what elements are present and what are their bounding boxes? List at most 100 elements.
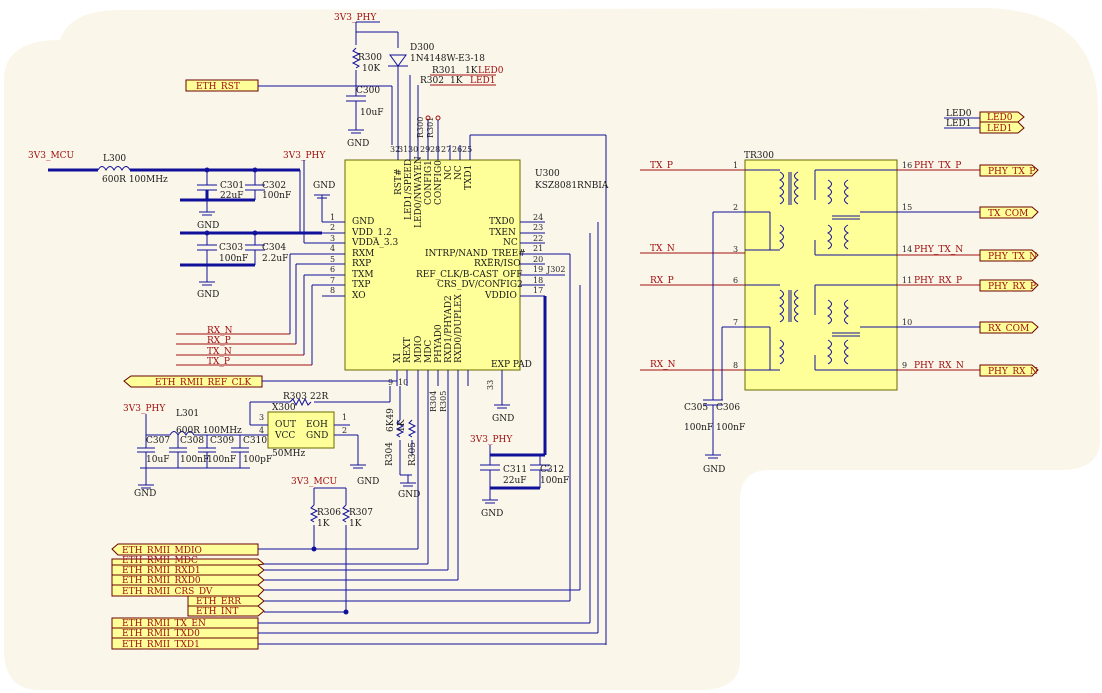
c301-ref: C301	[220, 181, 244, 191]
svg-text:RXD0/DUPLEX: RXD0/DUPLEX	[454, 293, 464, 363]
c308-val: 100nF	[180, 455, 209, 465]
svg-text:NC: NC	[444, 165, 454, 180]
r306-val: 1K	[317, 519, 330, 529]
power-label-3v3-phy-right: 3V3_PHY	[470, 435, 513, 445]
power-label-3v3-mcu-bottom: 3V3_MCU	[291, 477, 338, 487]
svg-text:8: 8	[733, 361, 738, 370]
svg-text:TXEN: TXEN	[489, 228, 516, 238]
svg-text:31: 31	[398, 145, 408, 154]
svg-text:23: 23	[533, 223, 543, 232]
svg-text:GND: GND	[352, 217, 374, 227]
c305-ref: C305	[684, 403, 708, 413]
svg-text:TXP: TXP	[352, 280, 370, 290]
c307-ref: C307	[146, 436, 170, 446]
c309-ref: C309	[210, 436, 234, 446]
svg-text:2: 2	[330, 223, 335, 232]
svg-text:9: 9	[388, 378, 393, 387]
svg-text:RX_N: RX_N	[650, 360, 676, 370]
svg-text:1: 1	[733, 161, 738, 170]
x300-val: 50MHz	[272, 449, 306, 459]
d300-val: 1N4148W-E3-18	[410, 54, 485, 64]
c308-ref: C308	[180, 436, 204, 446]
svg-text:7: 7	[733, 318, 738, 327]
svg-text:CONFIG1: CONFIG1	[424, 160, 434, 205]
l300-ref: L300	[103, 154, 126, 164]
svg-text:1: 1	[330, 213, 335, 222]
svg-text:6: 6	[733, 276, 738, 285]
gnd-label: GND	[197, 290, 219, 300]
c304-val: 2.2uF	[262, 254, 288, 264]
r300-ref: R300	[358, 53, 382, 63]
power-label-3v3-phy-left: 3V3_PHY	[123, 404, 166, 414]
gnd-label: GND	[357, 477, 379, 487]
svg-text:RXD1/PHYAD2: RXD1/PHYAD2	[444, 295, 454, 363]
svg-text:ETH_RMII_MDIO: ETH_RMII_MDIO	[122, 546, 202, 556]
c304-ref: C304	[262, 243, 286, 253]
r304-val: 6K49	[386, 408, 396, 432]
r306-ref: R306	[317, 508, 341, 518]
svg-text:26: 26	[452, 145, 462, 154]
svg-text:RXM: RXM	[352, 249, 374, 259]
svg-text:RXER/ISO: RXER/ISO	[474, 259, 521, 269]
svg-text:21: 21	[533, 244, 543, 253]
svg-text:15: 15	[902, 203, 912, 212]
d300-ref: D300	[410, 43, 435, 53]
x300-pin-eoh: EOH	[306, 420, 328, 430]
r305-ref: R305	[408, 442, 418, 466]
bottom-r-ref: R304	[429, 391, 438, 412]
svg-text:TXD0: TXD0	[489, 217, 515, 227]
svg-text:EXP PAD: EXP PAD	[491, 360, 532, 370]
svg-text:VDD_1.2: VDD_1.2	[351, 228, 392, 238]
net-tx-n: TX_N	[207, 347, 232, 357]
net-rx-p: RX_P	[207, 336, 231, 346]
svg-text:14: 14	[902, 245, 912, 254]
c312-val: 100nF	[540, 476, 569, 486]
svg-text:25: 25	[462, 145, 472, 154]
l300-val: 600R 100MHz	[102, 175, 168, 185]
svg-text:2: 2	[733, 203, 738, 212]
svg-text:ETH_INT: ETH_INT	[196, 607, 238, 617]
svg-text:10: 10	[902, 318, 912, 327]
port-led1-label: LED1	[987, 124, 1013, 134]
svg-text:PHY_TX_N: PHY_TX_N	[988, 252, 1037, 262]
svg-text:RXP: RXP	[352, 259, 371, 269]
gnd-label: GND	[492, 414, 514, 424]
svg-text:PHY_RX_P: PHY_RX_P	[988, 282, 1036, 292]
svg-text:CRS_DV/CONFIG2: CRS_DV/CONFIG2	[437, 280, 523, 290]
c300-val: 10uF	[360, 108, 384, 118]
gnd-label: GND	[398, 490, 420, 500]
r307-val: 1K	[349, 519, 362, 529]
gnd-label: GND	[703, 465, 725, 475]
c303-val: 100nF	[219, 254, 248, 264]
ic-ref: U300	[535, 169, 560, 179]
svg-text:16: 16	[902, 161, 912, 170]
l301-ref: L301	[176, 409, 199, 419]
svg-text:22: 22	[533, 234, 543, 243]
crystal-x300[interactable]	[267, 411, 335, 449]
c306-ref: C306	[716, 403, 740, 413]
ref-clk-label: ETH_RMII_REF_CLK	[155, 378, 251, 388]
svg-text:11: 11	[902, 276, 912, 285]
c311-ref: C311	[503, 465, 527, 475]
c310-ref: C310	[243, 436, 267, 446]
net-rx-n: RX_N	[207, 326, 233, 336]
svg-text:3: 3	[330, 234, 335, 243]
svg-text:RX_COM: RX_COM	[988, 324, 1029, 334]
svg-text:ETH_RMII_TXD1: ETH_RMII_TXD1	[122, 640, 200, 650]
gnd-label: GND	[347, 139, 369, 149]
svg-text:8: 8	[330, 286, 335, 295]
c302-val: 100nF	[262, 191, 291, 201]
r303-ref: R303	[283, 392, 307, 402]
svg-text:24: 24	[533, 213, 543, 222]
svg-text:XO: XO	[352, 291, 366, 301]
power-label-3v3-mcu-left: 3V3_MCU	[28, 151, 75, 161]
svg-text:CONFIG0: CONFIG0	[434, 160, 444, 205]
svg-text:XI: XI	[393, 353, 403, 363]
gnd-label: GND	[134, 489, 156, 499]
svg-text:NC: NC	[454, 165, 464, 180]
x300-pin-vcc: VCC	[274, 431, 295, 441]
transformer-tr300[interactable]	[744, 159, 898, 391]
r307-ref: R307	[349, 508, 373, 518]
svg-text:33: 33	[486, 380, 495, 390]
c303-ref: C303	[219, 243, 243, 253]
